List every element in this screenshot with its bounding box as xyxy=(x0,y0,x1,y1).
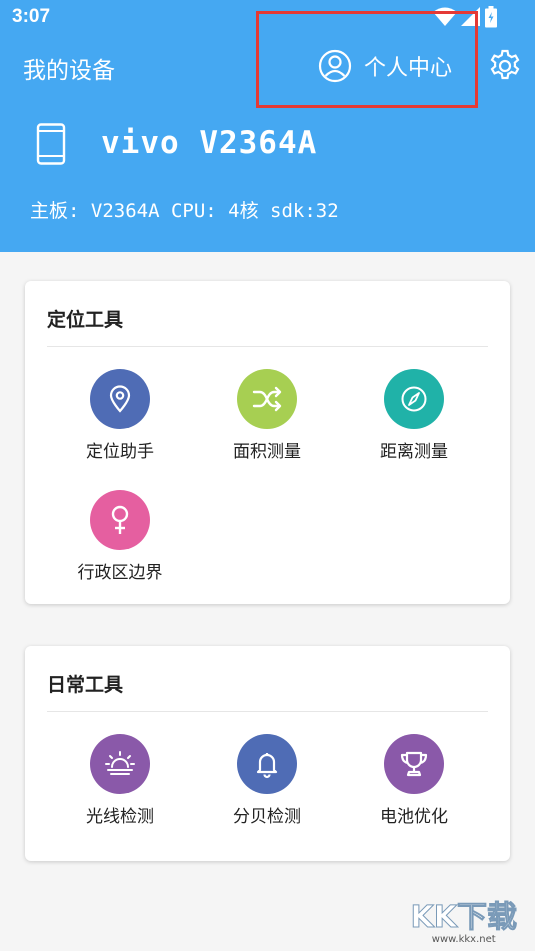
user-icon xyxy=(318,49,352,83)
section-title: 日常工具 xyxy=(47,674,124,696)
tool-battery-optimize[interactable]: 电池优化 xyxy=(354,734,474,827)
profile-center-button[interactable]: 个人中心 xyxy=(318,46,452,86)
section-title: 定位工具 xyxy=(47,309,124,331)
location-tools-card: 定位工具 定位助手 面积测量 距离测量 行政区边界 xyxy=(25,281,510,604)
top-header: 3:07 我的设备 个人中心 vivo V2364A 主板: V2364A CP… xyxy=(0,0,535,252)
tool-circle xyxy=(237,734,297,794)
bell-icon xyxy=(256,753,278,779)
tool-label: 分贝检测 xyxy=(233,807,301,827)
settings-button[interactable] xyxy=(487,48,523,88)
tool-circle xyxy=(384,734,444,794)
watermark: KK下载 www.kkx.net xyxy=(410,892,517,946)
divider xyxy=(47,711,488,712)
gear-icon xyxy=(490,49,520,80)
tool-label: 电池优化 xyxy=(380,807,448,827)
daily-tools-card: 日常工具 光线检测 分贝检测 电池优化 xyxy=(25,646,510,861)
watermark-brand: KK下载 xyxy=(410,900,517,936)
tool-light-detect[interactable]: 光线检测 xyxy=(60,734,180,827)
trophy-icon xyxy=(400,751,428,777)
tool-circle xyxy=(90,734,150,794)
sunset-icon xyxy=(105,751,135,775)
battery-icon xyxy=(485,6,497,28)
tool-circle xyxy=(384,369,444,429)
tool-label: 光线检测 xyxy=(86,807,154,827)
shuffle-icon xyxy=(252,386,282,412)
tool-decibel-detect[interactable]: 分贝检测 xyxy=(207,734,327,827)
profile-center-label: 个人中心 xyxy=(364,56,453,81)
tool-area-measure[interactable]: 面积测量 xyxy=(207,369,327,462)
divider xyxy=(47,346,488,347)
phone-icon xyxy=(36,123,66,165)
device-specs: 主板: V2364A CPU: 4核 sdk:32 xyxy=(30,200,339,222)
tool-label: 距离测量 xyxy=(380,442,448,462)
tool-circle xyxy=(237,369,297,429)
location-pin-icon xyxy=(109,385,131,413)
status-time: 3:07 xyxy=(12,6,51,27)
tool-circle xyxy=(90,490,150,550)
tool-label: 定位助手 xyxy=(86,442,154,462)
tool-label: 面积测量 xyxy=(233,442,301,462)
device-name: vivo V2364A xyxy=(101,125,318,161)
app-title: 我的设备 xyxy=(23,58,115,84)
female-symbol-icon xyxy=(111,505,129,534)
compass-icon xyxy=(401,386,427,412)
tool-label: 行政区边界 xyxy=(77,563,163,583)
tool-admin-boundary[interactable]: 行政区边界 xyxy=(60,490,180,583)
tool-location-assistant[interactable]: 定位助手 xyxy=(60,369,180,462)
tool-distance-measure[interactable]: 距离测量 xyxy=(354,369,474,462)
tool-circle xyxy=(90,369,150,429)
